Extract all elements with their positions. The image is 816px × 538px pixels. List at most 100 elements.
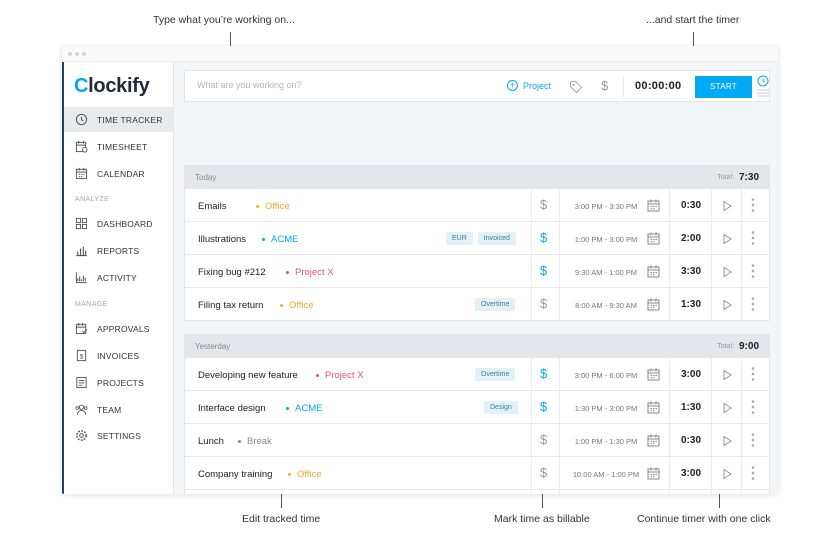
play-icon[interactable] (721, 199, 733, 212)
sidebar-item-projects[interactable]: PROJECTS (64, 370, 174, 395)
calendar-icon[interactable] (647, 265, 660, 278)
billable-toggle-icon[interactable]: $ (601, 78, 608, 93)
entry-divider (711, 424, 712, 456)
billable-toggle-icon[interactable]: $ (540, 432, 547, 447)
entry-time-range[interactable]: 10:00 AM - 1:00 PM (567, 470, 645, 479)
calendar-icon[interactable] (647, 434, 660, 447)
more-options-icon[interactable] (751, 432, 755, 448)
entry-time-range[interactable]: 9:30 AM - 1:00 PM (567, 268, 645, 277)
entry-time-range[interactable]: 3:00 PM - 6:00 PM (567, 371, 645, 380)
tag-badge[interactable]: EUR (446, 232, 473, 245)
play-icon[interactable] (721, 232, 733, 245)
start-button[interactable]: START (695, 76, 752, 98)
entry-tags[interactable]: EUR Invoiced (446, 232, 516, 245)
more-options-icon[interactable] (751, 296, 755, 312)
sidebar-item-invoices[interactable]: $ INVOICES (64, 343, 174, 368)
billable-toggle-icon[interactable]: $ (540, 366, 547, 381)
tag-badge[interactable]: Overtime (475, 298, 516, 311)
more-options-icon[interactable] (751, 197, 755, 213)
dashboard-icon (74, 217, 88, 231)
entry-divider (711, 391, 712, 423)
entry-project[interactable]: Office (288, 469, 322, 480)
entry-project[interactable]: Office (256, 201, 290, 212)
entry-time-range[interactable]: 1:30 PM - 3:00 PM (567, 404, 645, 413)
entry-duration[interactable]: 3:00 (677, 369, 705, 380)
billable-toggle-icon[interactable]: $ (540, 230, 547, 245)
sidebar-item-approvals[interactable]: APPROVALS (64, 316, 174, 341)
entry-description[interactable]: Emails (198, 201, 227, 212)
entry-time-range[interactable]: 3:00 PM - 3:30 PM (567, 202, 645, 211)
calendar-icon[interactable] (647, 232, 660, 245)
day-group-yesterday: Yesterday Total: 9:00 Developing new featur… (184, 334, 770, 494)
sidebar-item-settings[interactable]: SETTINGS (64, 423, 174, 448)
description-input[interactable] (197, 80, 477, 90)
entry-description[interactable]: Fixing bug #212 (198, 267, 266, 278)
entry-description[interactable]: Company training (198, 469, 272, 480)
entry-project[interactable]: ACME (286, 403, 322, 414)
entry-time-range[interactable]: 1:00 PM - 3:00 PM (567, 235, 645, 244)
calendar-icon[interactable] (647, 467, 660, 480)
billable-toggle-icon[interactable]: $ (540, 263, 547, 278)
entry-tags[interactable]: Design (484, 401, 518, 414)
entry-tags[interactable]: Overtime (475, 368, 516, 381)
billable-toggle-icon[interactable]: $ (540, 197, 547, 212)
entry-project[interactable]: Project X (316, 370, 364, 381)
sidebar-item-team[interactable]: TEAM (64, 397, 174, 422)
entry-project[interactable]: ACME (262, 234, 298, 245)
play-icon[interactable] (721, 265, 733, 278)
entry-duration[interactable]: 1:30 (677, 402, 705, 413)
play-icon[interactable] (721, 401, 733, 414)
callout-billable: Mark time as billable (494, 513, 590, 525)
billable-toggle-icon[interactable]: $ (540, 465, 547, 480)
entry-project[interactable]: Office (280, 300, 314, 311)
sidebar-item-dashboard[interactable]: DASHBOARD (64, 211, 174, 236)
entry-duration[interactable]: 3:30 (677, 266, 705, 277)
project-picker-button[interactable]: + Project (507, 80, 551, 91)
main-panel: + Project $ 00:00:00 START Today Total: 7:… (174, 62, 778, 494)
more-options-icon[interactable] (751, 230, 755, 246)
entry-duration[interactable]: 0:30 (677, 200, 705, 211)
calendar-icon[interactable] (647, 401, 660, 414)
more-options-icon[interactable] (751, 366, 755, 382)
sidebar-item-timesheet[interactable]: TIMESHEET (64, 134, 174, 159)
entry-duration[interactable]: 2:00 (677, 233, 705, 244)
entry-project[interactable]: Project X (286, 267, 334, 278)
sidebar-item-label: SETTINGS (97, 430, 142, 441)
entry-divider (559, 222, 560, 254)
entry-description[interactable]: Interface design (198, 403, 266, 414)
entry-duration[interactable]: 0:30 (677, 435, 705, 446)
sidebar-item-activity[interactable]: ACTIVITY (64, 265, 174, 290)
entry-duration[interactable]: 3:00 (677, 468, 705, 479)
entry-duration[interactable]: 1:30 (677, 299, 705, 310)
play-icon[interactable] (721, 434, 733, 447)
sidebar-item-reports[interactable]: REPORTS (64, 238, 174, 263)
clockify-logo[interactable]: Clockify (74, 75, 150, 98)
entry-description[interactable]: Illustrations (198, 234, 246, 245)
more-options-icon[interactable] (751, 399, 755, 415)
entry-description[interactable]: Developing new feature (198, 370, 298, 381)
tag-badge[interactable]: Overtime (475, 368, 516, 381)
entry-tags[interactable]: Overtime (475, 298, 516, 311)
timer-mode-icon[interactable] (756, 75, 770, 99)
entry-time-range[interactable]: 1:00 PM - 1:30 PM (567, 437, 645, 446)
play-icon[interactable] (721, 467, 733, 480)
billable-toggle-icon[interactable]: $ (540, 399, 547, 414)
tag-badge[interactable]: Invoiced (477, 232, 516, 245)
more-options-icon[interactable] (751, 465, 755, 481)
sidebar-item-label: APPROVALS (97, 323, 150, 334)
tag-icon[interactable] (569, 80, 583, 94)
entry-time-range[interactable]: 8:00 AM - 9:30 AM (567, 301, 645, 310)
entry-project[interactable]: Break (238, 436, 272, 447)
play-icon[interactable] (721, 368, 733, 381)
more-options-icon[interactable] (751, 263, 755, 279)
entry-description[interactable]: Lunch (198, 436, 224, 447)
calendar-icon[interactable] (647, 298, 660, 311)
entry-description[interactable]: Filing tax return (198, 300, 263, 311)
play-icon[interactable] (721, 298, 733, 311)
billable-toggle-icon[interactable]: $ (540, 296, 547, 311)
sidebar-item-calendar[interactable]: CALENDAR (64, 161, 174, 186)
calendar-icon[interactable] (647, 368, 660, 381)
calendar-icon[interactable] (647, 199, 660, 212)
tag-badge[interactable]: Design (484, 401, 518, 414)
sidebar-item-time-tracker[interactable]: TIME TRACKER (64, 107, 174, 132)
